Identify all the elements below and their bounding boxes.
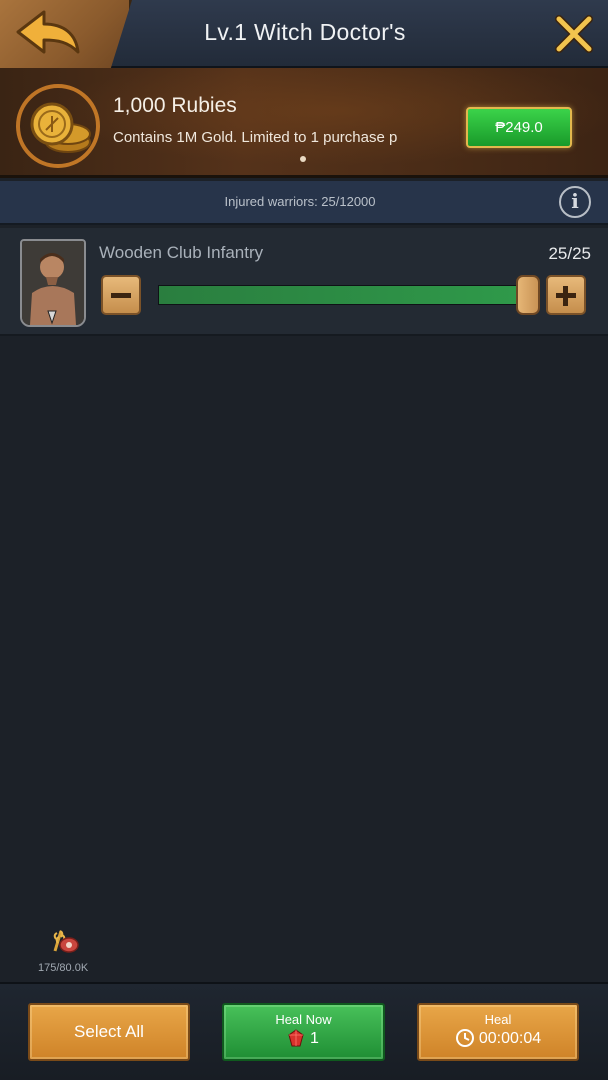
info-icon: i [571, 189, 579, 213]
injured-warriors-label: Injured warriors: 25/12000 [224, 194, 376, 209]
unit-portrait [20, 239, 86, 327]
heal-time: 00:00:04 [478, 1030, 542, 1047]
quantity-slider[interactable] [158, 285, 528, 305]
injured-warriors-bar: Injured warriors: 25/12000 [0, 181, 608, 225]
unit-count: 25/25 [548, 244, 591, 263]
food-icon [53, 930, 79, 953]
unit-name: Wooden Club Infantry [99, 243, 264, 262]
info-button[interactable]: i [559, 186, 591, 218]
clock-icon [455, 1028, 474, 1047]
carousel-indicator [300, 156, 306, 162]
top-bar: Lv.1 Witch Doctor's [0, 0, 608, 68]
page-title: Lv.1 Witch Doctor's [204, 19, 406, 45]
select-all-button[interactable]: Select All [28, 1003, 190, 1061]
back-arrow-icon [16, 10, 80, 54]
heal-label: Heal [484, 1012, 512, 1027]
food-amount: 175/80.0K [38, 962, 89, 974]
slider-handle[interactable] [516, 275, 540, 315]
decrease-button[interactable] [101, 275, 141, 315]
increase-button[interactable] [546, 275, 586, 315]
close-icon [555, 15, 593, 53]
heal-now-button[interactable]: Heal Now 1 [222, 1003, 385, 1061]
slider-fill [159, 286, 527, 304]
buy-offer-button[interactable]: ₱249.0 [466, 107, 572, 148]
back-button[interactable] [0, 0, 132, 68]
gold-coins-icon [16, 84, 100, 168]
infantry-portrait-icon [22, 241, 84, 325]
heal-button[interactable]: Heal 00:00:04 [417, 1003, 579, 1061]
close-button[interactable] [554, 14, 594, 54]
heal-now-cost: 1 [310, 1030, 319, 1047]
troop-row: Wooden Club Infantry 25/25 [0, 228, 608, 336]
offer-title: 1,000 Rubies [113, 94, 237, 117]
heal-now-label: Heal Now [275, 1012, 332, 1027]
ruby-icon [288, 1028, 304, 1046]
offer-description: Contains 1M Gold. Limited to 1 purchase … [113, 129, 398, 146]
